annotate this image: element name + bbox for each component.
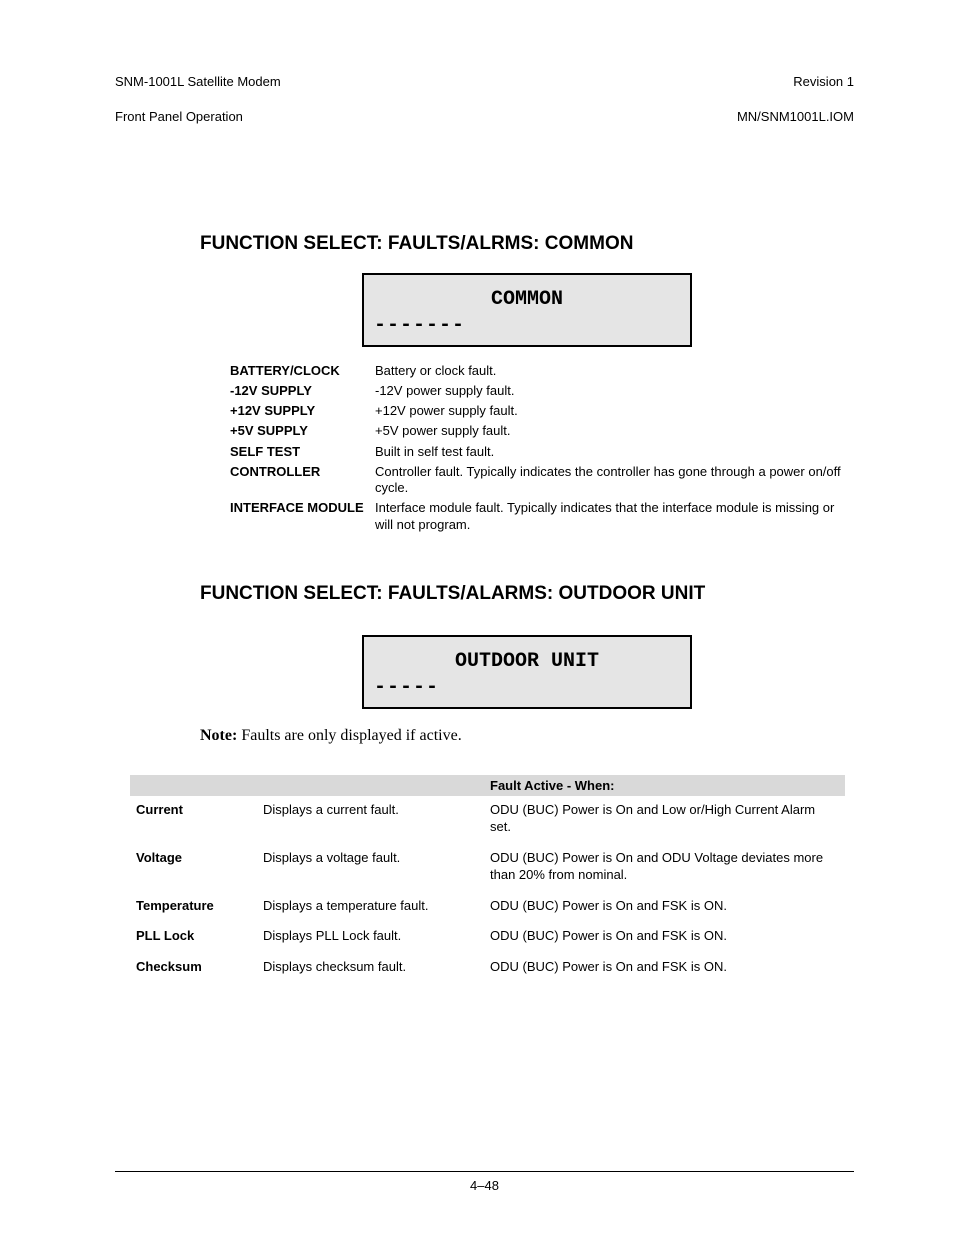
- table-desc: Displays a temperature fault.: [257, 892, 484, 923]
- fault-row: CONTROLLER Controller fault. Typically i…: [230, 464, 854, 497]
- fault-row: SELF TEST Built in self test fault.: [230, 444, 854, 460]
- outdoor-fault-table: Fault Active - When: Current Displays a …: [130, 775, 845, 984]
- table-when: ODU (BUC) Power is On and Low or/High Cu…: [484, 796, 845, 844]
- section1-title: FUNCTION SELECT: FAULTS/ALRMS: COMMON: [200, 233, 854, 255]
- table-row: Current Displays a current fault. ODU (B…: [130, 796, 845, 844]
- header-left-line1: SNM-1001L Satellite Modem: [115, 73, 281, 91]
- fault-term: SELF TEST: [230, 444, 375, 459]
- table-row: Checksum Displays checksum fault. ODU (B…: [130, 953, 845, 984]
- table-term: Voltage: [130, 844, 257, 892]
- fault-desc: Interface module fault. Typically indica…: [375, 500, 854, 533]
- lcd-display-outdoor: OUTDOOR UNIT -----: [362, 635, 692, 709]
- fault-row: +5V SUPPLY +5V power supply fault.: [230, 423, 854, 439]
- note-line: Note: Faults are only displayed if activ…: [200, 727, 854, 745]
- lcd-main-text: COMMON: [374, 287, 680, 313]
- fault-term: CONTROLLER: [230, 464, 375, 479]
- table-row: Temperature Displays a temperature fault…: [130, 892, 845, 923]
- fault-term: +12V SUPPLY: [230, 403, 375, 418]
- lcd-display-common: COMMON -------: [362, 273, 692, 347]
- table-row: Voltage Displays a voltage fault. ODU (B…: [130, 844, 845, 892]
- lcd-main-text: OUTDOOR UNIT: [374, 649, 680, 675]
- table-when: ODU (BUC) Power is On and FSK is ON.: [484, 953, 845, 984]
- lcd-sub-text: -------: [374, 313, 680, 339]
- table-when: ODU (BUC) Power is On and FSK is ON.: [484, 922, 845, 953]
- header-left-line2: Front Panel Operation: [115, 108, 281, 126]
- fault-term: INTERFACE MODULE: [230, 500, 375, 515]
- table-term: PLL Lock: [130, 922, 257, 953]
- page-footer: 4–48: [115, 1171, 854, 1193]
- fault-desc: +12V power supply fault.: [375, 403, 854, 419]
- lcd-sub-text: -----: [374, 675, 680, 701]
- header-right-line1: Revision 1: [737, 73, 854, 91]
- fault-row: BATTERY/CLOCK Battery or clock fault.: [230, 363, 854, 379]
- common-faults-list: BATTERY/CLOCK Battery or clock fault. -1…: [230, 363, 854, 533]
- table-when: ODU (BUC) Power is On and FSK is ON.: [484, 892, 845, 923]
- table-when: ODU (BUC) Power is On and ODU Voltage de…: [484, 844, 845, 892]
- fault-desc: +5V power supply fault.: [375, 423, 854, 439]
- fault-term: -12V SUPPLY: [230, 383, 375, 398]
- table-term: Current: [130, 796, 257, 844]
- table-header-empty1: [130, 775, 257, 796]
- table-header-when: Fault Active - When:: [484, 775, 845, 796]
- table-term: Temperature: [130, 892, 257, 923]
- table-header-empty2: [257, 775, 484, 796]
- fault-desc: Battery or clock fault.: [375, 363, 854, 379]
- table-row: PLL Lock Displays PLL Lock fault. ODU (B…: [130, 922, 845, 953]
- section2-title: FUNCTION SELECT: FAULTS/ALARMS: OUTDOOR …: [200, 583, 854, 605]
- fault-term: +5V SUPPLY: [230, 423, 375, 438]
- fault-term: BATTERY/CLOCK: [230, 363, 375, 378]
- table-term: Checksum: [130, 953, 257, 984]
- header-right-line2: MN/SNM1001L.IOM: [737, 108, 854, 126]
- fault-row: +12V SUPPLY +12V power supply fault.: [230, 403, 854, 419]
- table-desc: Displays PLL Lock fault.: [257, 922, 484, 953]
- table-desc: Displays a voltage fault.: [257, 844, 484, 892]
- fault-row: -12V SUPPLY -12V power supply fault.: [230, 383, 854, 399]
- note-label: Note:: [200, 727, 237, 744]
- fault-desc: Built in self test fault.: [375, 444, 854, 460]
- fault-row: INTERFACE MODULE Interface module fault.…: [230, 500, 854, 533]
- table-desc: Displays checksum fault.: [257, 953, 484, 984]
- page-header: SNM-1001L Satellite Modem Front Panel Op…: [115, 55, 854, 143]
- table-desc: Displays a current fault.: [257, 796, 484, 844]
- fault-desc: Controller fault. Typically indicates th…: [375, 464, 854, 497]
- note-text: Faults are only displayed if active.: [237, 727, 461, 744]
- fault-desc: -12V power supply fault.: [375, 383, 854, 399]
- page-number: 4–48: [470, 1178, 499, 1193]
